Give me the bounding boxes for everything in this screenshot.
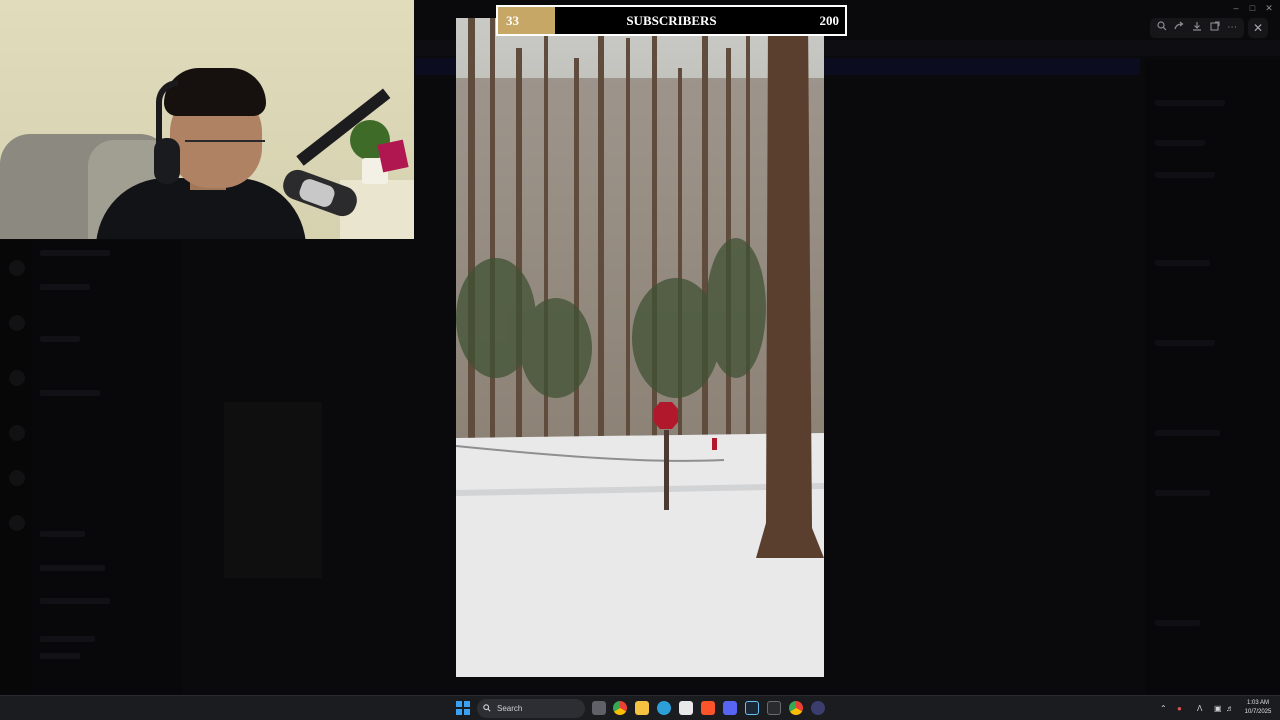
window-controls: – □ ✕ (1225, 0, 1280, 16)
maximize-icon[interactable]: □ (1248, 0, 1258, 16)
network-icon[interactable]: ▣ (1214, 696, 1222, 720)
open-external-icon[interactable] (1208, 21, 1222, 35)
task-view-icon[interactable] (592, 701, 606, 715)
start-icon[interactable] (456, 701, 470, 715)
chrome-icon[interactable] (613, 701, 627, 715)
download-icon[interactable] (1190, 21, 1204, 35)
taskbar-clock[interactable]: 1:03 AM 10/7/2025 (1240, 699, 1276, 717)
background-channel-list (32, 240, 182, 695)
taskbar: Search ⌃ ● Λ ▣ ♬ 1:03 AM 10/7/2025 (0, 695, 1280, 720)
background-server-rail (0, 240, 32, 695)
search-placeholder: Search (497, 704, 523, 713)
desktop-screen: SUBSCRIBERS 33 200 – □ ✕ ⋯ ✕ Search ⌃ ● … (0, 0, 1280, 720)
language-icon[interactable]: Λ (1197, 696, 1202, 720)
clock-time: 1:03 AM (1246, 700, 1269, 706)
minimize-icon[interactable]: – (1231, 0, 1241, 16)
file-explorer-icon[interactable] (635, 701, 649, 715)
store-icon[interactable] (679, 701, 693, 715)
brave-icon[interactable] (701, 701, 715, 715)
background-member-list (1145, 60, 1280, 695)
share-icon[interactable] (1172, 21, 1186, 35)
chrome-alt-icon[interactable] (789, 701, 803, 715)
app-icon[interactable] (811, 701, 825, 715)
subscriber-goal-current: 33 (506, 13, 519, 28)
more-icon[interactable]: ⋯ (1225, 21, 1239, 35)
terminal-icon[interactable] (767, 701, 781, 715)
subscriber-goal-target: 200 (819, 13, 840, 28)
steam-icon[interactable] (745, 701, 759, 715)
edge-icon[interactable] (657, 701, 671, 715)
search-icon (483, 704, 491, 712)
clock-date: 10/7/2025 (1244, 709, 1272, 715)
volume-icon[interactable]: ♬ (1226, 696, 1234, 720)
background-chat-image (224, 402, 322, 578)
mic-icon[interactable]: ● (1177, 696, 1182, 720)
zoom-in-icon[interactable] (1155, 21, 1169, 35)
close-icon[interactable]: ✕ (1264, 0, 1274, 16)
discord-icon[interactable] (723, 701, 737, 715)
chevron-up-icon[interactable]: ⌃ (1160, 696, 1167, 720)
close-viewer-button[interactable]: ✕ (1248, 18, 1268, 38)
snow-photo[interactable] (456, 18, 824, 677)
subscriber-goal-bar: SUBSCRIBERS 33 200 (496, 5, 847, 36)
subscriber-goal-label: SUBSCRIBERS (626, 13, 717, 28)
taskbar-search[interactable]: Search (477, 699, 585, 718)
webcam-feed (0, 0, 414, 239)
image-viewer-toolbar: ⋯ (1150, 18, 1244, 38)
